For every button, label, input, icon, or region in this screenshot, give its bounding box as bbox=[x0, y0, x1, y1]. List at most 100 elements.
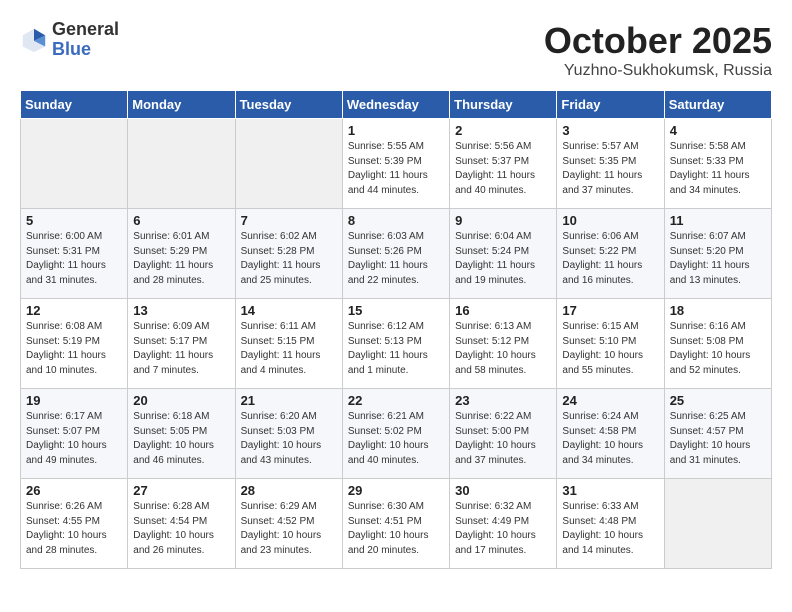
day-info: Sunrise: 6:03 AM Sunset: 5:26 PM Dayligh… bbox=[348, 230, 444, 288]
day-number: 9 bbox=[455, 213, 551, 228]
day-number: 7 bbox=[241, 213, 337, 228]
calendar-cell: 25Sunrise: 6:25 AM Sunset: 4:57 PM Dayli… bbox=[664, 389, 771, 479]
calendar-location: Yuzhno-Sukhokumsk, Russia bbox=[544, 62, 772, 80]
day-info: Sunrise: 6:06 AM Sunset: 5:22 PM Dayligh… bbox=[562, 230, 658, 288]
calendar-cell: 22 Sunrise: 6:21 AM Sunset: 5:02 PM Dayli… bbox=[342, 389, 449, 479]
day-number: 17 bbox=[562, 303, 658, 318]
calendar-week-row: 12 Sunrise: 6:08 AM Sunset: 5:19 PM Dayli… bbox=[21, 299, 772, 389]
day-info: Sunrise: 6:20 AM Sunset: 5:03 PM Dayligh… bbox=[241, 410, 337, 468]
day-info: Sunrise: 6:07 AM Sunset: 5:20 PM Dayligh… bbox=[670, 230, 766, 288]
day-info: Sunrise: 6:28 AM Sunset: 4:54 PM Dayligh… bbox=[133, 500, 229, 558]
day-info: Sunrise: 6:09 AM Sunset: 5:17 PM Dayligh… bbox=[133, 320, 229, 378]
calendar-cell: 15 Sunrise: 6:12 AM Sunset: 5:13 PM Dayli… bbox=[342, 299, 449, 389]
calendar-cell: 27 Sunrise: 6:28 AM Sunset: 4:54 PM Dayli… bbox=[128, 479, 235, 569]
calendar-cell: 13 Sunrise: 6:09 AM Sunset: 5:17 PM Dayli… bbox=[128, 299, 235, 389]
day-info: Sunrise: 6:26 AM Sunset: 4:55 PM Dayligh… bbox=[26, 500, 122, 558]
calendar-cell bbox=[128, 119, 235, 209]
day-number: 6 bbox=[133, 213, 229, 228]
weekday-header-friday: Friday bbox=[557, 91, 664, 119]
logo-text: General Blue bbox=[52, 20, 119, 60]
calendar-cell: 21 Sunrise: 6:20 AM Sunset: 5:03 PM Dayli… bbox=[235, 389, 342, 479]
weekday-header-thursday: Thursday bbox=[450, 91, 557, 119]
day-info: Sunrise: 6:11 AM Sunset: 5:15 PM Dayligh… bbox=[241, 320, 337, 378]
day-info: Sunrise: 6:16 AM Sunset: 5:08 PM Dayligh… bbox=[670, 320, 766, 378]
weekday-header-saturday: Saturday bbox=[664, 91, 771, 119]
day-info: Sunrise: 6:12 AM Sunset: 5:13 PM Dayligh… bbox=[348, 320, 444, 378]
day-number: 22 bbox=[348, 393, 444, 408]
day-number: 13 bbox=[133, 303, 229, 318]
logo-icon bbox=[20, 26, 48, 54]
day-info: Sunrise: 6:29 AM Sunset: 4:52 PM Dayligh… bbox=[241, 500, 337, 558]
day-info: Sunrise: 6:30 AM Sunset: 4:51 PM Dayligh… bbox=[348, 500, 444, 558]
day-info: Sunrise: 6:18 AM Sunset: 5:05 PM Dayligh… bbox=[133, 410, 229, 468]
day-number: 18 bbox=[670, 303, 766, 318]
day-info: Sunrise: 6:15 AM Sunset: 5:10 PM Dayligh… bbox=[562, 320, 658, 378]
calendar-week-row: 19 Sunrise: 6:17 AM Sunset: 5:07 PM Dayli… bbox=[21, 389, 772, 479]
day-number: 16 bbox=[455, 303, 551, 318]
day-info: Sunrise: 5:55 AM Sunset: 5:39 PM Dayligh… bbox=[348, 140, 444, 198]
calendar-cell: 29Sunrise: 6:30 AM Sunset: 4:51 PM Dayli… bbox=[342, 479, 449, 569]
calendar-table: SundayMondayTuesdayWednesdayThursdayFrid… bbox=[20, 90, 772, 569]
day-number: 19 bbox=[26, 393, 122, 408]
day-info: Sunrise: 6:21 AM Sunset: 5:02 PM Dayligh… bbox=[348, 410, 444, 468]
calendar-cell: 28 Sunrise: 6:29 AM Sunset: 4:52 PM Dayli… bbox=[235, 479, 342, 569]
calendar-cell: 4 Sunrise: 5:58 AM Sunset: 5:33 PM Daylig… bbox=[664, 119, 771, 209]
calendar-cell: 10 Sunrise: 6:06 AM Sunset: 5:22 PM Dayli… bbox=[557, 209, 664, 299]
title-block: October 2025 Yuzhno-Sukhokumsk, Russia bbox=[544, 20, 772, 80]
day-number: 24 bbox=[562, 393, 658, 408]
day-number: 10 bbox=[562, 213, 658, 228]
calendar-cell: 18 Sunrise: 6:16 AM Sunset: 5:08 PM Dayli… bbox=[664, 299, 771, 389]
day-number: 4 bbox=[670, 123, 766, 138]
calendar-cell: 19 Sunrise: 6:17 AM Sunset: 5:07 PM Dayli… bbox=[21, 389, 128, 479]
day-info: Sunrise: 6:24 AM Sunset: 4:58 PM Dayligh… bbox=[562, 410, 658, 468]
day-info: Sunrise: 6:13 AM Sunset: 5:12 PM Dayligh… bbox=[455, 320, 551, 378]
calendar-cell: 11 Sunrise: 6:07 AM Sunset: 5:20 PM Dayli… bbox=[664, 209, 771, 299]
day-number: 21 bbox=[241, 393, 337, 408]
day-number: 14 bbox=[241, 303, 337, 318]
day-number: 12 bbox=[26, 303, 122, 318]
day-number: 11 bbox=[670, 213, 766, 228]
calendar-cell: 5Sunrise: 6:00 AM Sunset: 5:31 PM Daylig… bbox=[21, 209, 128, 299]
calendar-cell: 30Sunrise: 6:32 AM Sunset: 4:49 PM Dayli… bbox=[450, 479, 557, 569]
day-number: 31 bbox=[562, 483, 658, 498]
day-info: Sunrise: 6:33 AM Sunset: 4:48 PM Dayligh… bbox=[562, 500, 658, 558]
day-number: 25 bbox=[670, 393, 766, 408]
day-number: 15 bbox=[348, 303, 444, 318]
day-number: 3 bbox=[562, 123, 658, 138]
calendar-cell: 26 Sunrise: 6:26 AM Sunset: 4:55 PM Dayli… bbox=[21, 479, 128, 569]
day-info: Sunrise: 6:32 AM Sunset: 4:49 PM Dayligh… bbox=[455, 500, 551, 558]
day-info: Sunrise: 5:56 AM Sunset: 5:37 PM Dayligh… bbox=[455, 140, 551, 198]
day-info: Sunrise: 6:04 AM Sunset: 5:24 PM Dayligh… bbox=[455, 230, 551, 288]
page-header: General Blue October 2025 Yuzhno-Sukhoku… bbox=[20, 20, 772, 80]
weekday-header-row: SundayMondayTuesdayWednesdayThursdayFrid… bbox=[21, 91, 772, 119]
calendar-cell: 6 Sunrise: 6:01 AM Sunset: 5:29 PM Daylig… bbox=[128, 209, 235, 299]
calendar-cell: 23Sunrise: 6:22 AM Sunset: 5:00 PM Dayli… bbox=[450, 389, 557, 479]
weekday-header-tuesday: Tuesday bbox=[235, 91, 342, 119]
day-number: 5 bbox=[26, 213, 122, 228]
weekday-header-monday: Monday bbox=[128, 91, 235, 119]
day-info: Sunrise: 5:58 AM Sunset: 5:33 PM Dayligh… bbox=[670, 140, 766, 198]
weekday-header-sunday: Sunday bbox=[21, 91, 128, 119]
day-number: 23 bbox=[455, 393, 551, 408]
day-info: Sunrise: 6:17 AM Sunset: 5:07 PM Dayligh… bbox=[26, 410, 122, 468]
calendar-cell: 8Sunrise: 6:03 AM Sunset: 5:26 PM Daylig… bbox=[342, 209, 449, 299]
calendar-cell: 14 Sunrise: 6:11 AM Sunset: 5:15 PM Dayli… bbox=[235, 299, 342, 389]
day-info: Sunrise: 5:57 AM Sunset: 5:35 PM Dayligh… bbox=[562, 140, 658, 198]
calendar-week-row: 1 Sunrise: 5:55 AM Sunset: 5:39 PM Daylig… bbox=[21, 119, 772, 209]
day-number: 20 bbox=[133, 393, 229, 408]
calendar-cell: 31 Sunrise: 6:33 AM Sunset: 4:48 PM Dayli… bbox=[557, 479, 664, 569]
day-number: 1 bbox=[348, 123, 444, 138]
day-info: Sunrise: 6:01 AM Sunset: 5:29 PM Dayligh… bbox=[133, 230, 229, 288]
day-info: Sunrise: 6:08 AM Sunset: 5:19 PM Dayligh… bbox=[26, 320, 122, 378]
calendar-cell: 7Sunrise: 6:02 AM Sunset: 5:28 PM Daylig… bbox=[235, 209, 342, 299]
calendar-cell: 17 Sunrise: 6:15 AM Sunset: 5:10 PM Dayli… bbox=[557, 299, 664, 389]
calendar-cell: 24 Sunrise: 6:24 AM Sunset: 4:58 PM Dayli… bbox=[557, 389, 664, 479]
calendar-cell: 9 Sunrise: 6:04 AM Sunset: 5:24 PM Daylig… bbox=[450, 209, 557, 299]
day-number: 27 bbox=[133, 483, 229, 498]
calendar-cell: 16 Sunrise: 6:13 AM Sunset: 5:12 PM Dayli… bbox=[450, 299, 557, 389]
day-number: 2 bbox=[455, 123, 551, 138]
day-number: 26 bbox=[26, 483, 122, 498]
day-number: 28 bbox=[241, 483, 337, 498]
calendar-week-row: 5Sunrise: 6:00 AM Sunset: 5:31 PM Daylig… bbox=[21, 209, 772, 299]
calendar-cell: 2 Sunrise: 5:56 AM Sunset: 5:37 PM Daylig… bbox=[450, 119, 557, 209]
